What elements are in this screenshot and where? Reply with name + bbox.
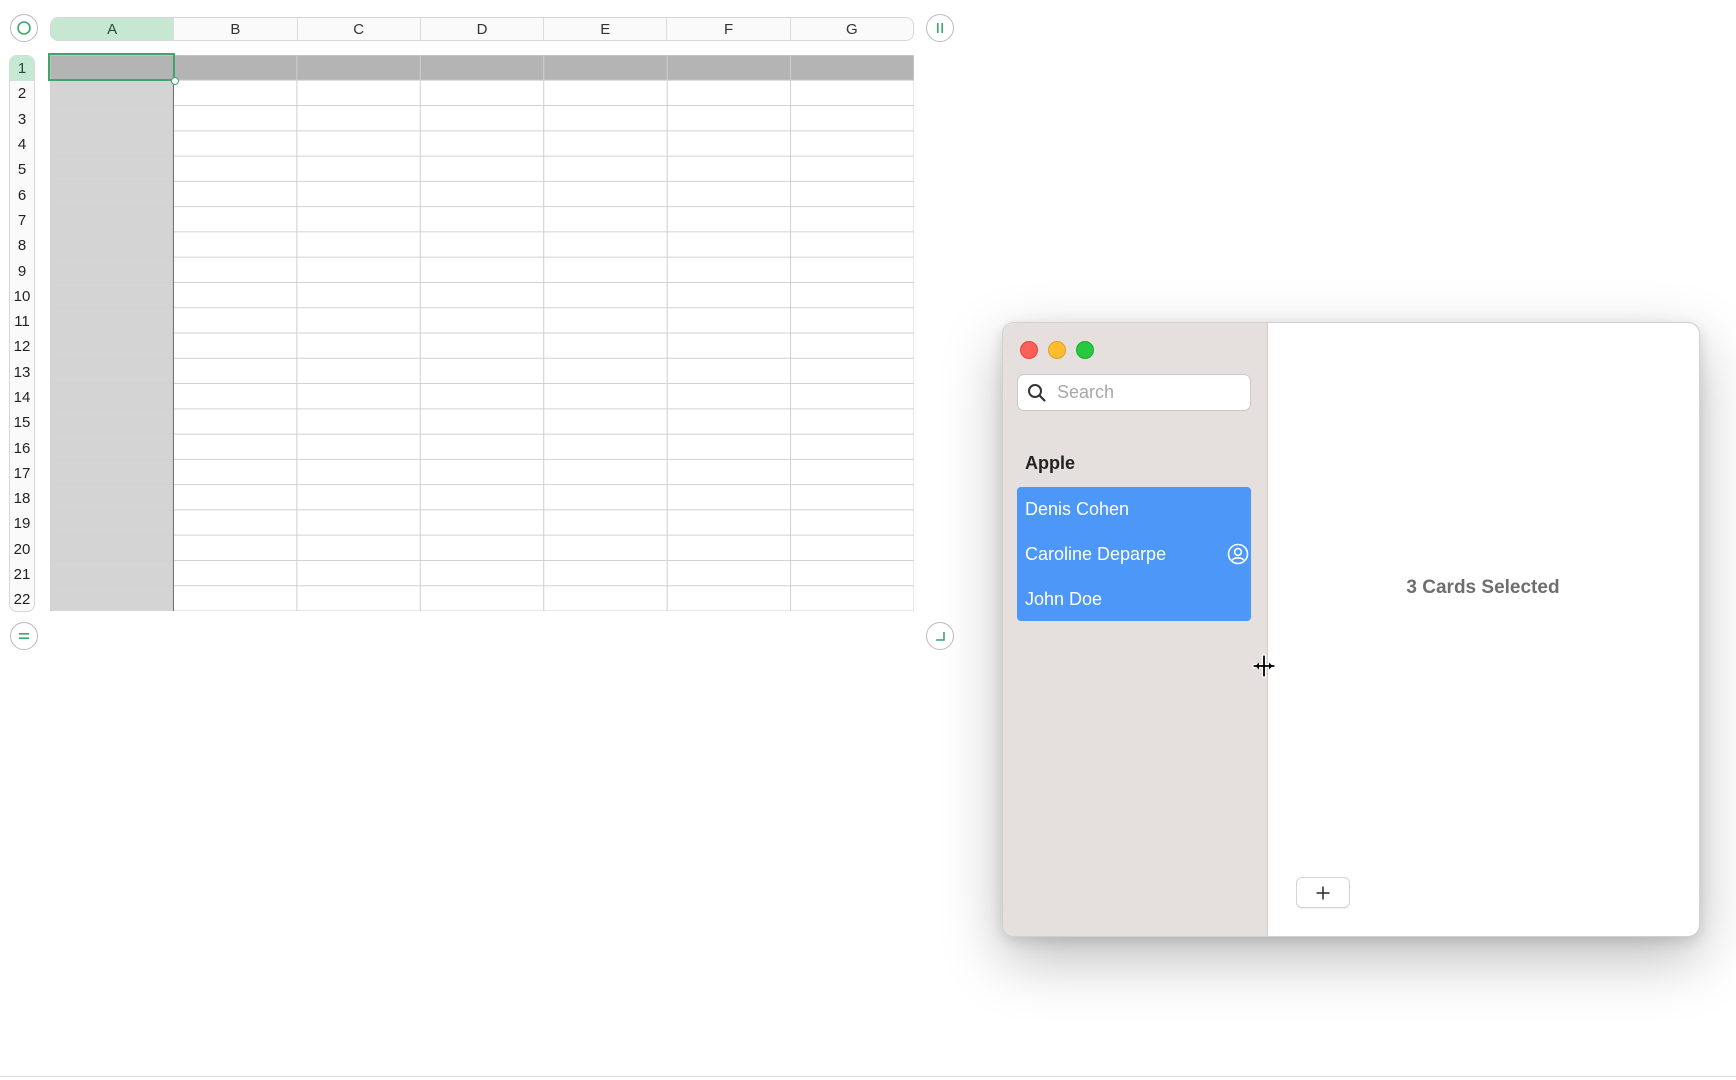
plus-icon [1316,886,1330,899]
resize-table-button[interactable] [926,622,954,650]
search-input[interactable] [1055,381,1239,404]
contact-list[interactable]: Denis Cohen Caroline Deparpe John Doe [1017,487,1251,621]
sidebar: Apple Denis Cohen Caroline Deparpe John … [1003,323,1268,936]
pause-bars-icon [937,23,943,33]
column-header-d[interactable]: D [421,18,545,40]
row-header-bar[interactable]: 1 2 3 4 5 6 7 8 9 10 11 12 13 14 15 16 1… [9,55,35,612]
row-header-10[interactable]: 10 [10,284,34,309]
equals-icon [19,633,29,639]
column-header-b[interactable]: B [174,18,298,40]
contact-item[interactable]: John Doe [1025,577,1245,621]
resize-cursor-icon [1252,654,1276,678]
selection-status-label: 3 Cards Selected [1406,577,1560,598]
contact-name: Denis Cohen [1025,498,1130,519]
zoom-button[interactable] [1076,341,1094,359]
row-header-21[interactable]: 21 [10,562,34,587]
contact-name: Caroline Deparpe [1025,543,1167,564]
close-button[interactable] [1020,341,1038,359]
spreadsheet-table[interactable]: A B C D E F G 1 2 3 4 5 6 7 8 9 10 11 12… [0,0,960,660]
column-header-f[interactable]: F [667,18,791,40]
bottom-divider [0,1076,1736,1077]
column-header-e[interactable]: E [544,18,668,40]
cell-grid[interactable] [48,53,914,611]
column-header-c[interactable]: C [298,18,421,40]
column-header-bar[interactable]: A B C D E F G [50,17,914,41]
row-header-11[interactable]: 11 [10,309,34,334]
contact-item[interactable]: Caroline Deparpe [1025,532,1249,576]
row-header-2[interactable]: 2 [10,81,34,106]
search-field[interactable] [1017,374,1251,411]
row-header-22[interactable]: 22 [10,587,34,611]
row-header-20[interactable]: 20 [10,537,34,562]
row-header-7[interactable]: 7 [10,208,34,233]
row-header-18[interactable]: 18 [10,486,34,511]
column-header-a[interactable]: A [51,18,175,40]
row-header-5[interactable]: 5 [10,157,34,182]
row-header-17[interactable]: 17 [10,461,34,486]
row-header-9[interactable]: 9 [10,258,34,283]
row-header-14[interactable]: 14 [10,385,34,410]
contact-item[interactable]: Denis Cohen [1025,487,1245,531]
minimize-button[interactable] [1048,341,1066,359]
cell-grid-lines [50,55,914,611]
table-select-button[interactable] [10,14,38,42]
contacts-window[interactable]: Apple Denis Cohen Caroline Deparpe John … [1002,322,1700,937]
row-header-4[interactable]: 4 [10,132,34,157]
add-contact-button[interactable] [1296,877,1350,908]
contact-name: John Doe [1025,588,1103,609]
resize-corner-icon [936,632,945,641]
row-header-12[interactable]: 12 [10,334,34,359]
row-header-8[interactable]: 8 [10,233,34,258]
selected-cell-a1[interactable] [48,53,175,81]
row-header-6[interactable]: 6 [10,182,34,207]
search-icon [1027,383,1047,403]
group-title: Apple [1025,453,1076,473]
row-header-16[interactable]: 16 [10,435,34,460]
circle-icon [17,21,31,35]
row-header-3[interactable]: 3 [10,107,34,132]
row-header-15[interactable]: 15 [10,410,34,435]
row-header-13[interactable]: 13 [10,360,34,385]
me-card-icon [1227,543,1249,565]
column-header-g[interactable]: G [791,18,913,40]
row-header-1[interactable]: 1 [10,56,34,82]
add-column-button[interactable] [926,14,954,42]
add-row-button[interactable] [10,622,38,650]
row-header-19[interactable]: 19 [10,511,34,536]
fill-handle[interactable] [171,77,179,85]
